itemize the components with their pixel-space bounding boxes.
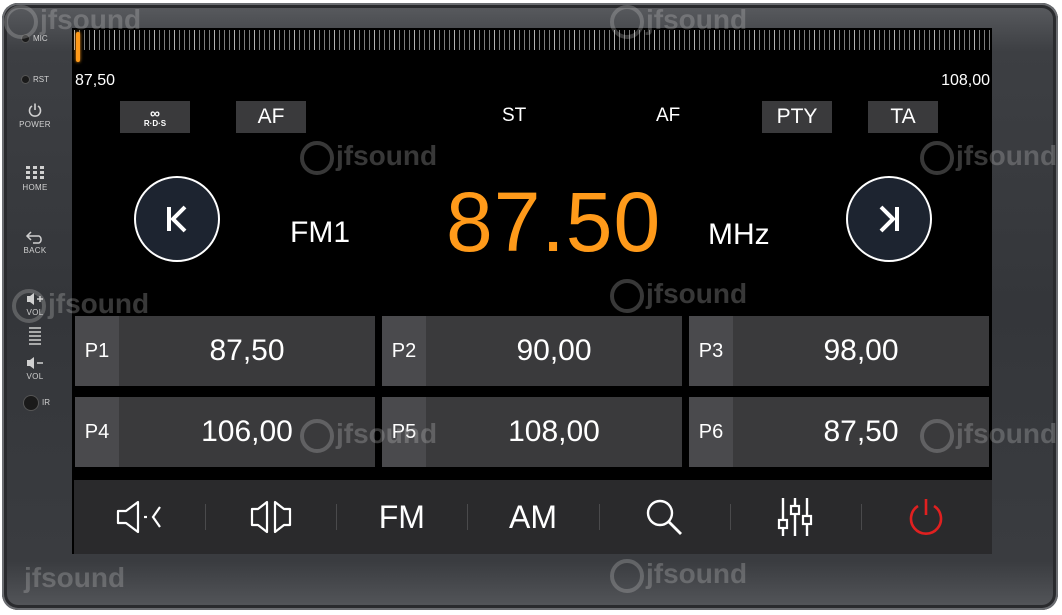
skip-previous-icon bbox=[167, 205, 187, 233]
preset-button[interactable]: P6 87,50 bbox=[689, 397, 989, 467]
ta-button[interactable]: TA bbox=[868, 101, 938, 133]
speaker-icon bbox=[116, 500, 161, 534]
preset-frequency: 106,00 bbox=[201, 415, 293, 448]
rds-circles-icon: ∞ bbox=[150, 105, 160, 121]
preset-number: P6 bbox=[689, 397, 733, 467]
preset-frequency: 87,50 bbox=[823, 415, 899, 448]
preset-number: P1 bbox=[75, 316, 119, 386]
preset-number: P3 bbox=[689, 316, 733, 386]
speaker-button[interactable] bbox=[74, 480, 205, 554]
preset-button[interactable]: P2 90,00 bbox=[382, 316, 682, 386]
preset-number: P4 bbox=[75, 397, 119, 467]
side-home-button[interactable]: HOME bbox=[10, 165, 60, 192]
frequency-scale-base bbox=[74, 50, 992, 60]
preset-button[interactable]: P4 106,00 bbox=[75, 397, 375, 467]
ir-window bbox=[24, 396, 38, 410]
equalizer-icon bbox=[778, 498, 813, 536]
tuning-needle[interactable] bbox=[76, 32, 80, 62]
preset-frequency: 108,00 bbox=[508, 415, 600, 448]
mic-label: MIC bbox=[33, 34, 48, 43]
power-icon bbox=[28, 103, 42, 117]
preset-frequency: 90,00 bbox=[516, 334, 592, 367]
preset-number: P2 bbox=[382, 316, 426, 386]
radio-screen: 87,50 108,00 ∞ R·D·S AF ST AF PTY TA FM1… bbox=[72, 28, 992, 554]
power-icon bbox=[910, 499, 943, 535]
seek-next-button[interactable] bbox=[846, 176, 932, 262]
home-label: HOME bbox=[22, 183, 48, 192]
side-panel: MIC RST POWER HOME BACK VOL VOL IR bbox=[0, 0, 72, 615]
vol-down-label: VOL bbox=[26, 372, 44, 381]
equalizer-button[interactable] bbox=[729, 480, 861, 554]
preset-button[interactable]: P5 108,00 bbox=[382, 397, 682, 467]
preset-button[interactable]: P1 87,50 bbox=[75, 316, 375, 386]
volume-slider-indicator bbox=[10, 326, 60, 348]
reset-button[interactable]: RST bbox=[22, 75, 72, 84]
preset-number: P5 bbox=[382, 397, 426, 467]
back-arrow-icon bbox=[25, 231, 42, 244]
seek-prev-button[interactable] bbox=[134, 176, 220, 262]
preset-frequency: 87,50 bbox=[209, 334, 285, 367]
volume-bars-icon bbox=[29, 327, 41, 345]
scale-max-label: 108,00 bbox=[941, 72, 990, 89]
rds-label: R·D·S bbox=[143, 119, 167, 128]
rds-logo-icon: ∞ R·D·S bbox=[144, 106, 166, 128]
reset-label: RST bbox=[33, 75, 49, 84]
am-band-button[interactable]: AM bbox=[467, 480, 598, 554]
af-indicator: AF bbox=[656, 105, 681, 126]
fm-band-button[interactable]: FM bbox=[336, 480, 467, 554]
pty-button[interactable]: PTY bbox=[762, 101, 832, 133]
side-power-button[interactable]: POWER bbox=[10, 102, 60, 129]
skip-next-icon bbox=[879, 205, 899, 233]
frequency-unit: MHz bbox=[708, 218, 770, 251]
stereo-indicator: ST bbox=[502, 105, 527, 126]
reset-hole bbox=[22, 76, 29, 84]
side-vol-up-button[interactable]: VOL bbox=[10, 292, 60, 317]
preset-button[interactable]: P3 98,00 bbox=[689, 316, 989, 386]
band-label: FM1 bbox=[290, 216, 350, 249]
current-frequency: 87.50 bbox=[446, 175, 662, 269]
side-back-button[interactable]: BACK bbox=[10, 230, 60, 255]
vol-up-label: VOL bbox=[26, 308, 44, 317]
ir-label: IR bbox=[42, 398, 50, 408]
bottom-toolbar: FM AM bbox=[74, 480, 992, 554]
mic-indicator: MIC bbox=[22, 34, 72, 43]
rds-button[interactable]: ∞ R·D·S bbox=[120, 101, 190, 133]
power-label: POWER bbox=[19, 120, 51, 129]
mic-hole bbox=[22, 35, 29, 43]
radio-power-button[interactable] bbox=[860, 480, 992, 554]
stereo-mode-button[interactable] bbox=[205, 480, 336, 554]
side-vol-down-button[interactable]: VOL bbox=[10, 356, 60, 381]
back-label: BACK bbox=[23, 246, 47, 255]
af-button[interactable]: AF bbox=[236, 101, 306, 133]
ir-sensor: IR bbox=[24, 396, 74, 410]
volume-down-icon bbox=[27, 357, 43, 369]
search-icon bbox=[646, 499, 683, 535]
preset-frequency: 98,00 bbox=[823, 334, 899, 367]
volume-up-icon bbox=[27, 293, 43, 305]
stereo-speakers-icon bbox=[250, 500, 291, 534]
search-button[interactable] bbox=[598, 480, 730, 554]
grid-icon bbox=[26, 166, 44, 179]
scale-min-label: 87,50 bbox=[75, 72, 116, 89]
